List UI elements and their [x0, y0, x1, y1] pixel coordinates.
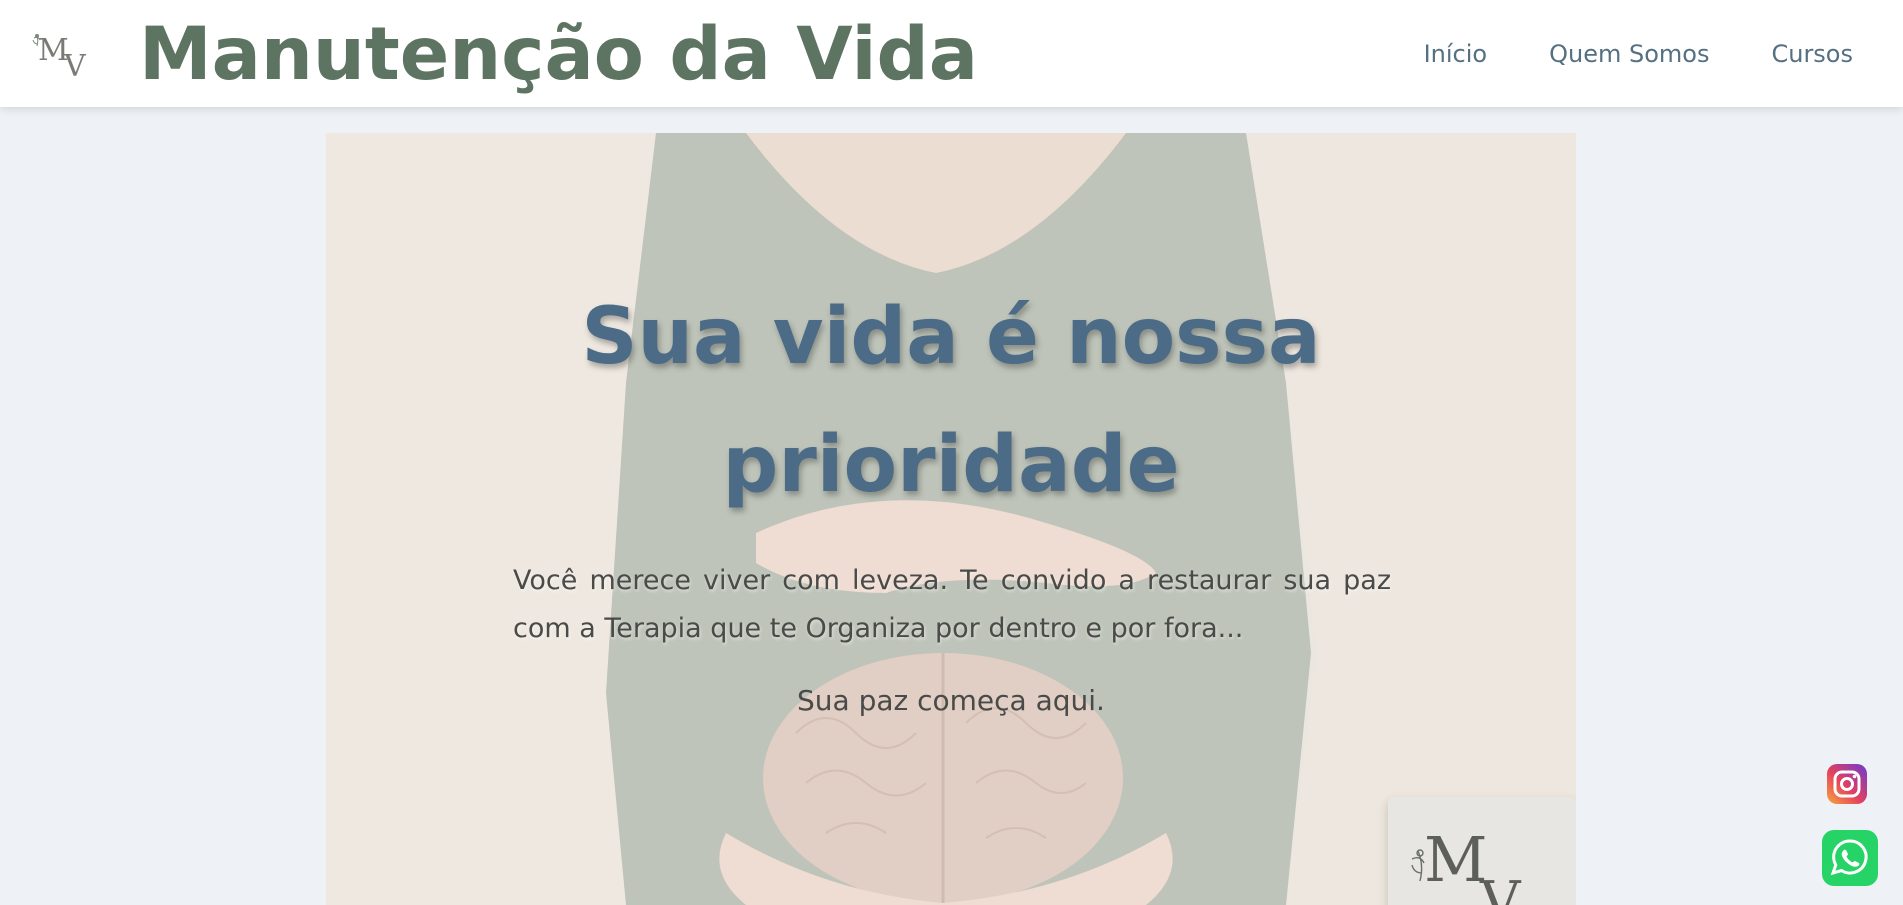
nav-quem-somos[interactable]: Quem Somos — [1549, 36, 1709, 72]
hero-logo-card: M V — [1388, 797, 1576, 905]
site-title: Manutenção da Vida — [139, 12, 979, 97]
nav-cursos[interactable]: Cursos — [1771, 36, 1853, 72]
main-nav: Início Quem Somos Cursos — [1424, 36, 1853, 72]
svg-text:M: M — [1424, 823, 1487, 896]
whatsapp-button[interactable] — [1822, 830, 1878, 886]
brand-logo[interactable]: M V — [30, 26, 96, 84]
hero-tagline: Sua paz começa aqui. — [797, 684, 1105, 717]
hero-title: Sua vida é nossa prioridade — [581, 292, 1321, 510]
hero-description: Você merece viver com leveza. Te convido… — [513, 565, 1391, 644]
instagram-button[interactable] — [1826, 763, 1868, 805]
svg-text:V: V — [1479, 870, 1522, 905]
hero-section: Sua vida é nossa prioridade Você merece … — [326, 133, 1576, 905]
svg-text:V: V — [63, 49, 87, 80]
site-header: M V Manutenção da Vida Início Quem Somos… — [0, 0, 1903, 107]
whatsapp-icon — [1822, 830, 1878, 886]
nav-inicio[interactable]: Início — [1424, 36, 1488, 72]
instagram-icon — [1827, 764, 1867, 804]
